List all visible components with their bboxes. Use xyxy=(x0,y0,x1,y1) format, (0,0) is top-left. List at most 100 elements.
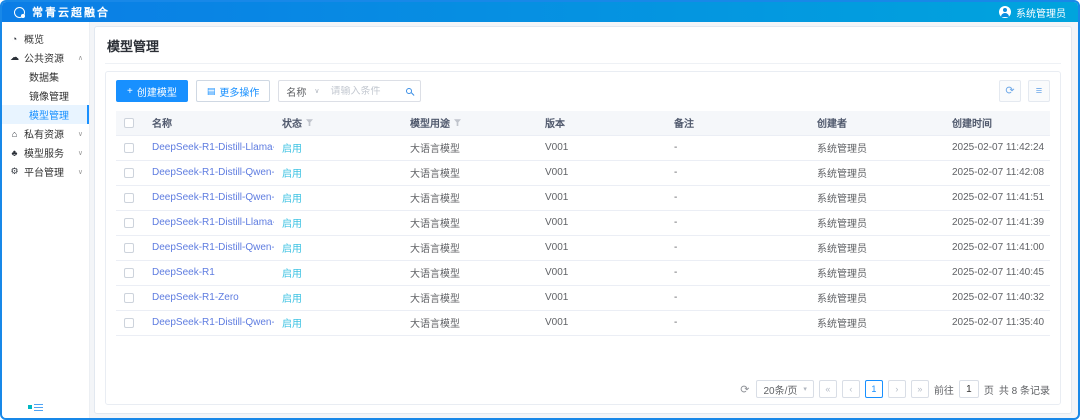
next-page-button[interactable]: › xyxy=(888,380,906,398)
model-name-link[interactable]: DeepSeek-R1 xyxy=(152,267,215,278)
col-header-creator: 创建者 xyxy=(817,119,847,130)
search-button[interactable] xyxy=(398,88,420,94)
user-menu[interactable]: 系统管理员 xyxy=(999,5,1066,20)
sidebar-item-overview[interactable]: ◔ 概览 xyxy=(2,29,89,48)
usage-cell: 大语言模型 xyxy=(410,244,460,255)
version-cell: V001 xyxy=(545,317,568,328)
status-badge: 启用 xyxy=(282,194,302,205)
dashboard-icon: ◔ xyxy=(9,34,20,44)
sidebar-item-model-mgmt[interactable]: 模型管理 xyxy=(2,105,89,124)
sidebar-item-private-resources[interactable]: ⌂ 私有资源 ∨ xyxy=(2,124,89,143)
search-input[interactable] xyxy=(326,86,398,97)
total-records: 共 8 条记录 xyxy=(999,382,1050,397)
table-row: DeepSeek-R1-Distill-Qwen-14B 启用 大语言模型 V0… xyxy=(116,185,1050,210)
row-checkbox[interactable] xyxy=(124,243,134,253)
chevron-down-icon: ▾ xyxy=(803,385,807,393)
sidebar-item-image-mgmt[interactable]: 镜像管理 xyxy=(2,86,89,105)
model-name-link[interactable]: DeepSeek-R1-Distill-Qwen-32B xyxy=(152,167,274,178)
status-badge: 启用 xyxy=(282,144,302,155)
table-row: DeepSeek-R1-Distill-Qwen-7B 启用 大语言模型 V00… xyxy=(116,310,1050,335)
table-header-row: 名称 状态 模型用途 版本 备注 创建者 创建时间 xyxy=(116,111,1050,135)
row-checkbox[interactable] xyxy=(124,143,134,153)
goto-page-input[interactable] xyxy=(959,380,979,398)
collapse-sidebar-button[interactable] xyxy=(28,404,43,412)
main-area: 模型管理 + 创建模型 ▤ 更多操作 xyxy=(90,22,1078,418)
sidebar-item-platform-mgmt[interactable]: ⚙ 平台管理 ∨ xyxy=(2,162,89,181)
toolbar-right: ⟳ ≡ xyxy=(999,80,1050,102)
page-title: 模型管理 xyxy=(105,34,1061,64)
sidebar-item-model-service[interactable]: ♣ 模型服务 ∨ xyxy=(2,143,89,162)
model-name-link[interactable]: DeepSeek-R1-Distill-Qwen-7B xyxy=(152,317,274,328)
row-checkbox[interactable] xyxy=(124,218,134,228)
sidebar-item-label: 数据集 xyxy=(29,69,59,84)
col-header-status: 状态 xyxy=(282,115,302,130)
row-checkbox[interactable] xyxy=(124,318,134,328)
version-cell: V001 xyxy=(545,242,568,253)
model-name-link[interactable]: DeepSeek-R1-Distill-Qwen-1.5B xyxy=(152,242,274,253)
first-page-button[interactable]: « xyxy=(819,380,837,398)
filter-icon[interactable] xyxy=(454,119,461,126)
page-number-button[interactable]: 1 xyxy=(865,380,883,398)
usage-cell: 大语言模型 xyxy=(410,194,460,205)
brand-title: 常青云超融合 xyxy=(32,4,110,20)
column-settings-button[interactable]: ≡ xyxy=(1028,80,1050,102)
page-size-select[interactable]: 20条/页 ▾ xyxy=(756,380,813,398)
chevron-down-icon: ∨ xyxy=(314,87,319,95)
sidebar: ◔ 概览 ☁ 公共资源 ∧ 数据集 镜像管理 模型管理 ⌂ 私有资源 ∨ xyxy=(2,22,90,418)
usage-cell: 大语言模型 xyxy=(410,169,460,180)
row-checkbox[interactable] xyxy=(124,268,134,278)
last-page-button[interactable]: » xyxy=(911,380,929,398)
remark-cell: - xyxy=(674,267,677,278)
create-model-button[interactable]: + 创建模型 xyxy=(116,80,188,102)
status-badge: 启用 xyxy=(282,219,302,230)
home-icon: ⌂ xyxy=(9,129,20,139)
sidebar-item-label: 模型服务 xyxy=(24,145,64,160)
filter-icon[interactable] xyxy=(306,119,313,126)
creator-cell: 系统管理员 xyxy=(817,194,867,205)
version-cell: V001 xyxy=(545,267,568,278)
sidebar-item-label: 镜像管理 xyxy=(29,88,69,103)
model-name-link[interactable]: DeepSeek-R1-Zero xyxy=(152,292,239,303)
row-checkbox[interactable] xyxy=(124,293,134,303)
search-icon xyxy=(406,88,412,94)
model-name-link[interactable]: DeepSeek-R1-Distill-Qwen-14B xyxy=(152,192,274,203)
status-badge: 启用 xyxy=(282,294,302,305)
sidebar-item-dataset[interactable]: 数据集 xyxy=(2,67,89,86)
more-actions-label: 更多操作 xyxy=(219,84,259,99)
user-name: 系统管理员 xyxy=(1016,5,1066,20)
remark-cell: - xyxy=(674,292,677,303)
status-badge: 启用 xyxy=(282,169,302,180)
col-header-name: 名称 xyxy=(152,119,172,130)
created-cell: 2025-02-07 11:41:00 xyxy=(952,242,1044,253)
row-checkbox[interactable] xyxy=(124,193,134,203)
version-cell: V001 xyxy=(545,292,568,303)
sidebar-item-public-resources[interactable]: ☁ 公共资源 ∧ xyxy=(2,48,89,67)
remark-cell: - xyxy=(674,142,677,153)
sidebar-item-label: 概览 xyxy=(24,31,44,46)
col-header-usage: 模型用途 xyxy=(410,115,450,130)
created-cell: 2025-02-07 11:42:24 xyxy=(952,142,1044,153)
table-row: DeepSeek-R1 启用 大语言模型 V001 - 系统管理员 2025-0… xyxy=(116,260,1050,285)
status-badge: 启用 xyxy=(282,319,302,330)
col-header-created: 创建时间 xyxy=(952,119,992,130)
table-panel: + 创建模型 ▤ 更多操作 名称 ∨ xyxy=(105,71,1061,405)
creator-cell: 系统管理员 xyxy=(817,269,867,280)
prev-page-button[interactable]: ‹ xyxy=(842,380,860,398)
model-name-link[interactable]: DeepSeek-R1-Distill-Llama-70B xyxy=(152,142,274,153)
search-field-select[interactable]: 名称 ∨ xyxy=(279,84,326,99)
select-all-checkbox[interactable] xyxy=(124,118,134,128)
refresh-button[interactable]: ⟳ xyxy=(999,80,1021,102)
created-cell: 2025-02-07 11:41:51 xyxy=(952,192,1044,203)
row-checkbox[interactable] xyxy=(124,168,134,178)
usage-cell: 大语言模型 xyxy=(410,269,460,280)
remark-cell: - xyxy=(674,317,677,328)
table-row: DeepSeek-R1-Distill-Llama-70B 启用 大语言模型 V… xyxy=(116,135,1050,160)
version-cell: V001 xyxy=(545,167,568,178)
app-window: 常青云超融合 系统管理员 ◔ 概览 ☁ 公共资源 ∧ 数据集 镜像管理 xyxy=(0,0,1080,420)
goto-label: 前往 xyxy=(934,382,954,397)
more-actions-button[interactable]: ▤ 更多操作 xyxy=(196,80,271,102)
remark-cell: - xyxy=(674,192,677,203)
sidebar-item-label: 公共资源 xyxy=(24,50,64,65)
pagination-refresh-icon[interactable]: ⟳ xyxy=(740,383,749,396)
model-name-link[interactable]: DeepSeek-R1-Distill-Llama-8B xyxy=(152,217,274,228)
